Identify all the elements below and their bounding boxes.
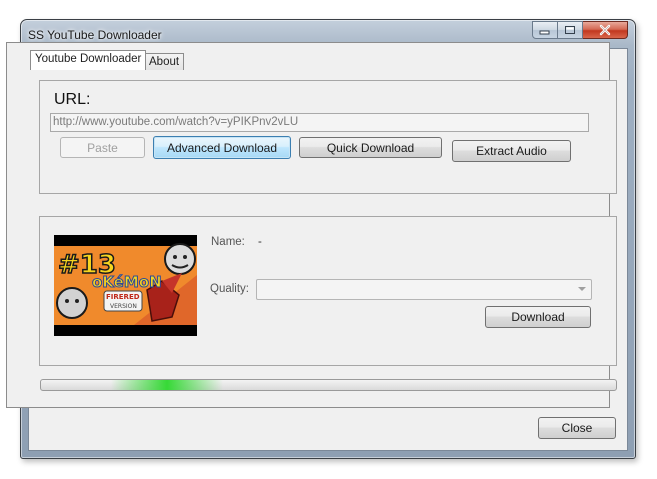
window-title: SS YouTube Downloader: [28, 28, 162, 42]
tab-about[interactable]: About: [144, 53, 185, 70]
download-button[interactable]: Download: [485, 306, 591, 328]
video-thumbnail: #13 oKéMoN FIRERED VERSION: [54, 235, 197, 336]
svg-text:FIRERED: FIRERED: [106, 293, 140, 301]
url-label: URL:: [54, 91, 91, 108]
quick-download-button[interactable]: Quick Download: [299, 137, 442, 158]
name-value: -: [258, 236, 262, 248]
chevron-down-icon: [578, 287, 586, 291]
minimize-icon: [539, 30, 550, 35]
progress-marquee-glow: [111, 380, 223, 390]
quality-dropdown[interactable]: [256, 279, 592, 300]
close-button[interactable]: Close: [538, 417, 616, 439]
tab-youtube-downloader[interactable]: Youtube Downloader: [30, 50, 147, 70]
close-window-button[interactable]: [583, 21, 628, 39]
url-input[interactable]: http://www.youtube.com/watch?v=yPIKPnv2v…: [50, 113, 589, 132]
download-progress-bar: [40, 379, 617, 391]
name-label: Name:: [211, 236, 245, 248]
maximize-icon: [565, 26, 575, 34]
maximize-button[interactable]: [558, 21, 583, 39]
minimize-button[interactable]: [532, 21, 558, 39]
paste-button[interactable]: Paste: [60, 137, 145, 158]
quality-label: Quality:: [210, 283, 249, 295]
advanced-download-button[interactable]: Advanced Download: [153, 136, 291, 159]
svg-text:oKéMoN: oKéMoN: [92, 273, 162, 291]
svg-text:VERSION: VERSION: [110, 303, 137, 310]
extract-audio-button[interactable]: Extract Audio: [452, 140, 571, 162]
close-icon: [599, 24, 611, 36]
caption-buttons: [532, 21, 628, 40]
